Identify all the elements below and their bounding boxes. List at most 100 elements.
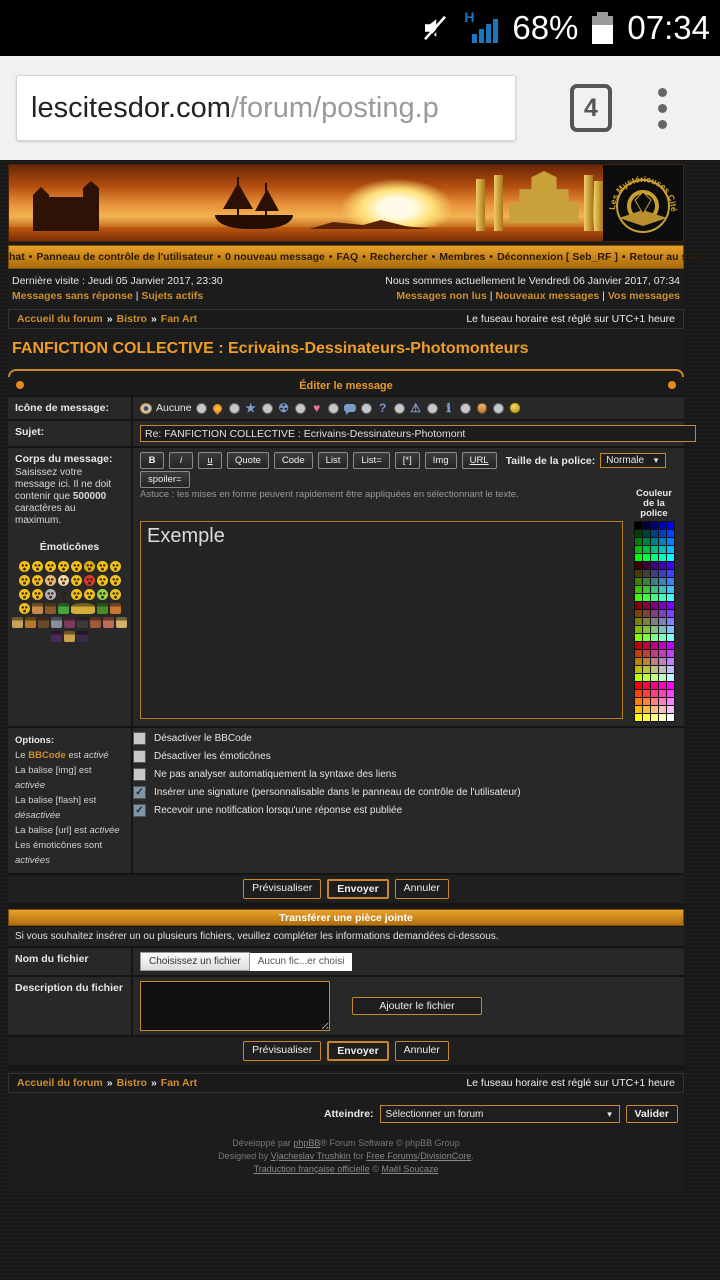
palette-color-ff0080[interactable]: [651, 682, 658, 689]
breadcrumb-link[interactable]: Fan Art: [161, 1077, 197, 1089]
palette-color-4040bf[interactable]: [659, 570, 666, 577]
palette-color-ff80bf[interactable]: [659, 698, 666, 705]
emoticon-rofl[interactable]: [19, 603, 30, 614]
palette-color-ff00ff[interactable]: [667, 682, 674, 689]
palette-color-bf0080[interactable]: [651, 642, 658, 649]
palette-color-bf4080[interactable]: [651, 650, 658, 657]
nav-item-4[interactable]: FAQ: [337, 251, 359, 263]
spoiler-button[interactable]: spoiler=: [140, 471, 190, 488]
palette-color-bf80bf[interactable]: [659, 658, 666, 665]
palette-color-4000bf[interactable]: [659, 562, 666, 569]
bbcode-button-code[interactable]: Code: [274, 452, 313, 469]
emoticon-wink[interactable]: [71, 589, 82, 600]
palette-color-00ff00[interactable]: [635, 554, 642, 561]
palette-color-ffffbf[interactable]: [659, 714, 666, 721]
palette-color-408080[interactable]: [651, 578, 658, 585]
palette-color-ffff80[interactable]: [651, 714, 658, 721]
palette-color-bf4000[interactable]: [635, 650, 642, 657]
palette-color-404040[interactable]: [643, 570, 650, 577]
palette-color-008040[interactable]: [643, 538, 650, 545]
emoticon-cactus[interactable]: [97, 603, 108, 614]
palette-color-ff8080[interactable]: [651, 698, 658, 705]
palette-color-0000bf[interactable]: [659, 522, 666, 529]
palette-color-bfff40[interactable]: [643, 674, 650, 681]
palette-color-808040[interactable]: [643, 618, 650, 625]
message-icon-radio-warning[interactable]: [394, 403, 405, 414]
palette-color-ffbf00[interactable]: [635, 706, 642, 713]
nav-item-8[interactable]: Retour au site: [630, 251, 700, 263]
palette-color-bfffbf[interactable]: [659, 674, 666, 681]
emoticon-pedro[interactable]: [38, 617, 49, 628]
checkbox[interactable]: [133, 732, 146, 745]
footer-link[interactable]: Free Forums: [366, 1151, 418, 1161]
emoticon-pirate[interactable]: [45, 589, 56, 600]
palette-color-00bfff[interactable]: [667, 546, 674, 553]
palette-color-ff00bf[interactable]: [659, 682, 666, 689]
emoticon-lol[interactable]: [110, 561, 121, 572]
url-bar[interactable]: lescitesdor.com/forum/posting.p: [16, 75, 516, 141]
emoticon-biggrin[interactable]: [19, 575, 30, 586]
palette-color-bf4040[interactable]: [643, 650, 650, 657]
bbcode-button-quote[interactable]: Quote: [227, 452, 269, 469]
checkbox[interactable]: ✓: [133, 786, 146, 799]
palette-color-00bf80[interactable]: [651, 546, 658, 553]
bbcode-button-url[interactable]: URL: [462, 452, 497, 469]
message-icon-radio-star[interactable]: [229, 403, 240, 414]
palette-color-80bfbf[interactable]: [659, 626, 666, 633]
emoticon-evil[interactable]: [84, 575, 95, 586]
emoticon-smile[interactable]: [45, 561, 56, 572]
palette-color-ff8040[interactable]: [643, 698, 650, 705]
palette-color-ff4040[interactable]: [643, 690, 650, 697]
palette-color-ffbf80[interactable]: [651, 706, 658, 713]
bbcode-button-i[interactable]: i: [169, 452, 193, 469]
palette-color-bfbf00[interactable]: [635, 666, 642, 673]
emoticon-esteban-smile[interactable]: [45, 575, 56, 586]
palette-color-8000bf[interactable]: [659, 602, 666, 609]
palette-color-808080[interactable]: [651, 618, 658, 625]
preview-button[interactable]: Prévisualiser: [243, 1041, 321, 1061]
footer-link[interactable]: Vjacheslav Trushkin: [271, 1151, 351, 1161]
palette-color-8080ff[interactable]: [667, 618, 674, 625]
palette-color-00bf40[interactable]: [643, 546, 650, 553]
palette-color-800000[interactable]: [635, 602, 642, 609]
palette-color-800040[interactable]: [643, 602, 650, 609]
checkbox[interactable]: ✓: [133, 804, 146, 817]
emoticon-cool[interactable]: [84, 561, 95, 572]
forum-select[interactable]: Sélectionner un forum▼: [380, 1105, 620, 1123]
palette-color-ff4080[interactable]: [651, 690, 658, 697]
bbcode-link[interactable]: BBCode: [28, 750, 65, 761]
emoticon-dark-cross[interactable]: [58, 589, 69, 600]
palette-color-40ff00[interactable]: [635, 594, 642, 601]
palette-color-bf8000[interactable]: [635, 658, 642, 665]
emoticon-laughing[interactable]: [32, 575, 43, 586]
palette-color-80bfff[interactable]: [667, 626, 674, 633]
nav-item-6[interactable]: Membres: [439, 251, 485, 263]
emoticon-waka[interactable]: [116, 617, 127, 628]
palette-color-40bf00[interactable]: [635, 586, 642, 593]
emoticon-grin[interactable]: [19, 561, 30, 572]
forum-banner[interactable]: Les Mystérieuses Cités d'Or: [8, 164, 684, 242]
palette-color-bfbf40[interactable]: [643, 666, 650, 673]
palette-color-bf00bf[interactable]: [659, 642, 666, 649]
palette-color-0080ff[interactable]: [667, 538, 674, 545]
palette-color-40bfff[interactable]: [667, 586, 674, 593]
breadcrumb-link[interactable]: Bistro: [117, 313, 147, 325]
emoticon-golden-condor[interactable]: [71, 603, 95, 614]
breadcrumb-link[interactable]: Fan Art: [161, 313, 197, 325]
palette-color-bfbfbf[interactable]: [659, 666, 666, 673]
palette-color-bf40ff[interactable]: [667, 650, 674, 657]
palette-color-40bfbf[interactable]: [659, 586, 666, 593]
palette-color-004000[interactable]: [635, 530, 642, 537]
palette-color-8000ff[interactable]: [667, 602, 674, 609]
palette-color-ff40bf[interactable]: [659, 690, 666, 697]
palette-color-ff40ff[interactable]: [667, 690, 674, 697]
message-icon-radio-amphora[interactable]: [460, 403, 471, 414]
emoticon-mumie[interactable]: [64, 631, 75, 642]
palette-color-000080[interactable]: [651, 522, 658, 529]
palette-color-bf8080[interactable]: [651, 658, 658, 665]
palette-color-4040ff[interactable]: [667, 570, 674, 577]
breadcrumb-link[interactable]: Bistro: [117, 1077, 147, 1089]
palette-color-bf8040[interactable]: [643, 658, 650, 665]
palette-color-0000ff[interactable]: [667, 522, 674, 529]
emoticon-tao[interactable]: [32, 603, 43, 614]
